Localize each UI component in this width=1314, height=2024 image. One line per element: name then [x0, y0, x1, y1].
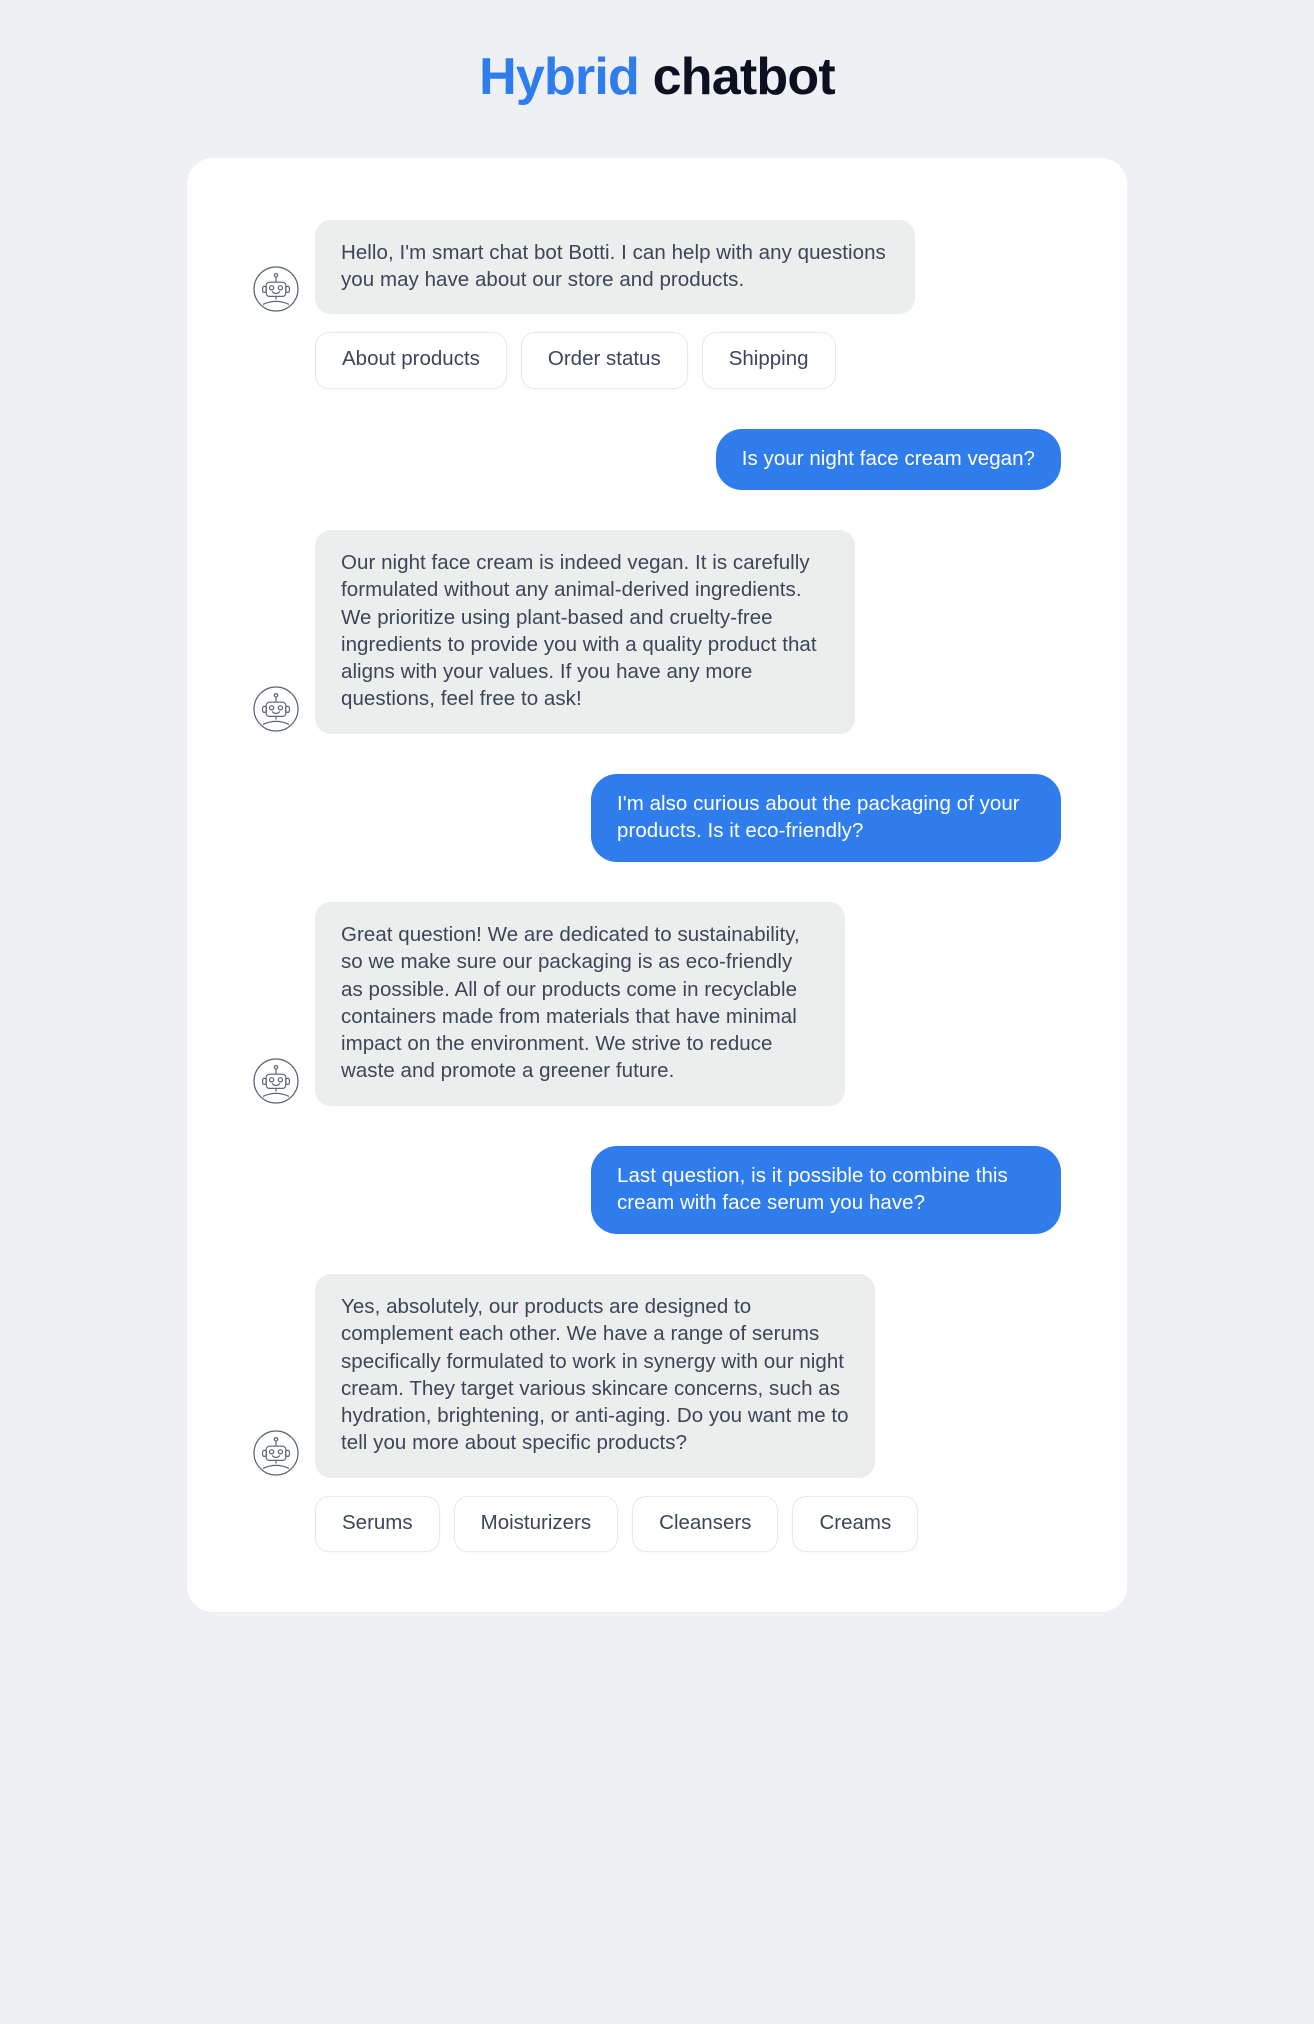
- message-block-user-2: I'm also curious about the packaging of …: [253, 773, 1061, 863]
- message-block-user-3: Last question, is it possible to combine…: [253, 1145, 1061, 1235]
- message-row-user: Is your night face cream vegan?: [253, 428, 1061, 491]
- message-row-user: I'm also curious about the packaging of …: [253, 773, 1061, 863]
- user-message-bubble: I'm also curious about the packaging of …: [591, 773, 1061, 863]
- quick-reply-about-products[interactable]: About products: [315, 332, 507, 389]
- robot-avatar-icon: [253, 266, 299, 312]
- robot-avatar-icon: [253, 1429, 299, 1476]
- user-message-bubble: Is your night face cream vegan?: [715, 428, 1061, 491]
- quick-reply-creams[interactable]: Creams: [792, 1495, 919, 1553]
- quick-reply-order-status[interactable]: Order status: [520, 332, 688, 389]
- bot-message-bubble: Hello, I'm smart chat bot Botti. I can h…: [315, 219, 915, 315]
- quick-reply-serums[interactable]: Serums: [315, 1495, 440, 1553]
- quick-replies-top: About products Order status Shipping: [315, 332, 1061, 389]
- robot-avatar-icon: [253, 1057, 299, 1104]
- message-block-user-1: Is your night face cream vegan?: [253, 428, 1061, 491]
- message-row-bot: Yes, absolutely, our products are design…: [253, 1274, 1061, 1478]
- message-row-bot: Hello, I'm smart chat bot Botti. I can h…: [253, 219, 1061, 315]
- robot-avatar-icon: [253, 685, 299, 732]
- message-block-bot-eco: Great question! We are dedicated to sust…: [253, 902, 1061, 1106]
- quick-reply-shipping[interactable]: Shipping: [701, 332, 836, 389]
- bot-message-bubble: Great question! We are dedicated to sust…: [315, 902, 845, 1106]
- message-row-user: Last question, is it possible to combine…: [253, 1145, 1061, 1235]
- quick-reply-cleansers[interactable]: Cleansers: [632, 1495, 779, 1553]
- quick-reply-moisturizers[interactable]: Moisturizers: [453, 1495, 619, 1553]
- message-block-bot-vegan: Our night face cream is indeed vegan. It…: [253, 530, 1061, 734]
- bot-message-bubble: Yes, absolutely, our products are design…: [315, 1274, 875, 1478]
- chat-window: Hello, I'm smart chat bot Botti. I can h…: [187, 157, 1127, 1613]
- user-message-bubble: Last question, is it possible to combine…: [591, 1145, 1061, 1235]
- message-row-bot: Great question! We are dedicated to sust…: [253, 902, 1061, 1106]
- message-block-bot-serums: Yes, absolutely, our products are design…: [253, 1274, 1061, 1553]
- quick-replies-bottom: Serums Moisturizers Cleansers Creams: [315, 1495, 1061, 1553]
- page-title-accent: Hybrid: [479, 48, 640, 106]
- message-block-bot-greeting: Hello, I'm smart chat bot Botti. I can h…: [253, 219, 1061, 389]
- page-title: Hybrid chatbot: [479, 48, 836, 108]
- bot-message-bubble: Our night face cream is indeed vegan. It…: [315, 530, 855, 734]
- page-title-rest: chatbot: [639, 48, 836, 106]
- message-row-bot: Our night face cream is indeed vegan. It…: [253, 530, 1061, 734]
- page-root: Hybrid chatbot Hello, I'm smart chat bot…: [0, 0, 1314, 2024]
